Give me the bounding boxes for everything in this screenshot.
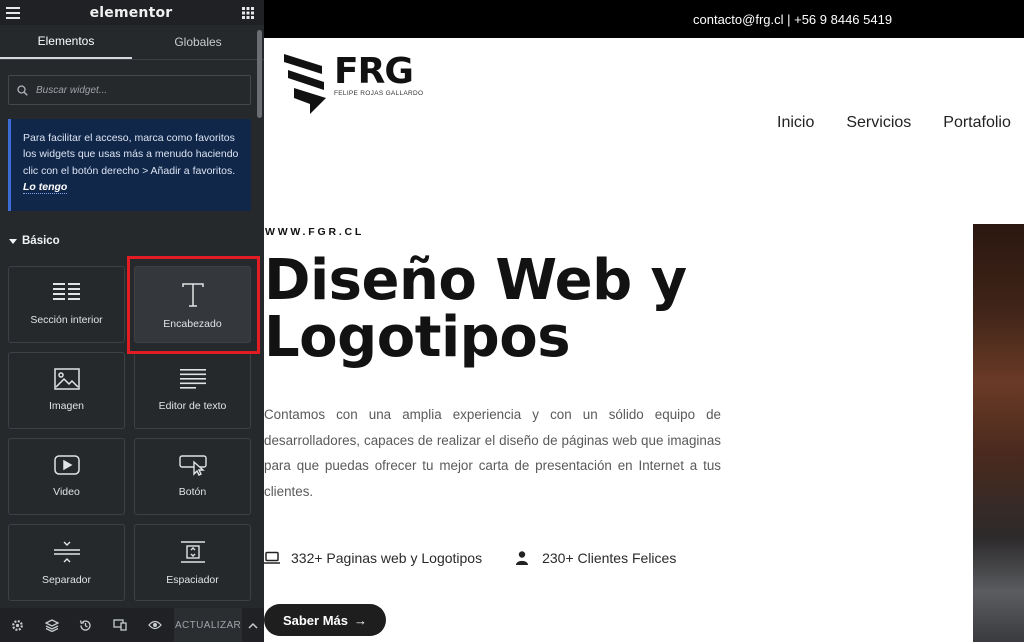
button-label: Saber Más [282,612,349,628]
elementor-logo: elementor [89,4,173,21]
site-header: FRG FELIPE ROJAS GALLARDO Inicio Servici… [264,38,1024,140]
search-input[interactable] [34,83,238,97]
favorites-notice: Para facilitar el acceso, marca como fav… [8,119,251,211]
text-editor-icon [179,368,206,390]
heading-icon [181,282,205,308]
hero-title: Diseño Web y Logotipos [264,252,804,366]
responsive-icon[interactable] [103,619,137,631]
widget-heading[interactable]: Encabezado [134,266,251,343]
apps-grid-icon[interactable] [241,6,254,19]
caret-down-icon [9,238,17,244]
panel-header: elementor [0,0,264,25]
spacer-icon [180,540,206,564]
hero-title-line: Logotipos [264,305,571,370]
elementor-panel: elementor Elementos Globales Para facili… [0,0,264,642]
site-topbar: contacto@frg.cl | +56 9 8446 5419 [264,0,1024,38]
stat-item: 332+ Paginas web y Logotipos [264,550,482,566]
tab-globales[interactable]: Globales [132,25,264,59]
hero-photo [973,224,1024,642]
stat-label: 332+ Paginas web y Logotipos [291,550,483,566]
contact-info: contacto@frg.cl | +56 9 8446 5419 [693,11,893,27]
widget-label: Editor de texto [158,400,227,412]
widget-grid: Sección interior Encabezado Imagen Edito… [8,266,252,601]
widget-label: Video [53,486,80,498]
widget-button[interactable]: Botón [134,438,251,515]
main-nav: Inicio Servicios Portafolio [777,114,1024,132]
button-icon [178,454,207,476]
settings-icon[interactable] [0,619,34,632]
video-icon [53,454,80,476]
hero-title-line: Diseño Web y [264,248,687,313]
logo-tagline: FELIPE ROJAS GALLARDO [334,90,424,97]
laptop-icon [264,551,280,565]
chevron-up-icon[interactable] [242,622,264,629]
category-title: Básico [22,235,60,247]
hamburger-menu-icon[interactable] [6,6,20,19]
hero-eyebrow: WWW.FGR.CL [265,226,365,238]
category-basic[interactable]: Básico [9,235,264,247]
widget-label: Encabezado [163,318,222,330]
widget-label: Separador [41,574,92,586]
tab-elementos[interactable]: Elementos [0,25,132,59]
user-icon [516,551,529,565]
notice-text: Para facilitar el acceso, marca como fav… [23,132,239,177]
inner-section-icon [52,282,81,304]
widget-label: Imagen [48,400,85,412]
panel-scrollbar[interactable] [257,30,262,118]
widget-inner-section[interactable]: Sección interior [8,266,125,343]
widget-video[interactable]: Video [8,438,125,515]
nav-item-inicio[interactable]: Inicio [777,114,814,132]
stat-label: 230+ Clientes Felices [542,550,677,566]
panel-tabs: Elementos Globales [0,25,264,60]
widget-label: Botón [178,486,207,498]
notice-dismiss-link[interactable]: Lo tengo [23,181,68,195]
frg-logo-icon [282,52,330,121]
widget-text-editor[interactable]: Editor de texto [134,352,251,429]
stat-item: 230+ Clientes Felices [516,550,676,566]
widget-spacer[interactable]: Espaciador [134,524,251,601]
history-icon[interactable] [69,619,103,632]
nav-item-servicios[interactable]: Servicios [846,114,911,132]
site-preview: contacto@frg.cl | +56 9 8446 5419 FRG FE… [264,0,1024,642]
update-button[interactable]: ACTUALIZAR [173,608,243,642]
logo-wordmark: FRG [334,51,414,92]
widget-search [8,75,251,105]
nav-item-portafolio[interactable]: Portafolio [943,114,1011,132]
panel-footer: ACTUALIZAR [0,608,264,642]
hero-description: Contamos con una amplia experiencia y co… [264,407,721,499]
preview-icon[interactable] [137,620,171,630]
widget-divider[interactable]: Separador [8,524,125,601]
widget-label: Sección interior [30,314,103,326]
navigator-icon[interactable] [34,618,68,632]
arrow-right-icon: → [354,612,368,628]
widget-image[interactable]: Imagen [8,352,125,429]
saber-mas-button[interactable]: Saber Más → [264,604,386,636]
widget-label: Espaciador [166,574,219,586]
search-icon [17,84,28,96]
site-logo[interactable]: FRG FELIPE ROJAS GALLARDO [282,52,423,121]
image-icon [53,368,80,390]
hero-stats: 332+ Paginas web y Logotipos 230+ Client… [264,550,676,566]
divider-icon [53,540,80,564]
